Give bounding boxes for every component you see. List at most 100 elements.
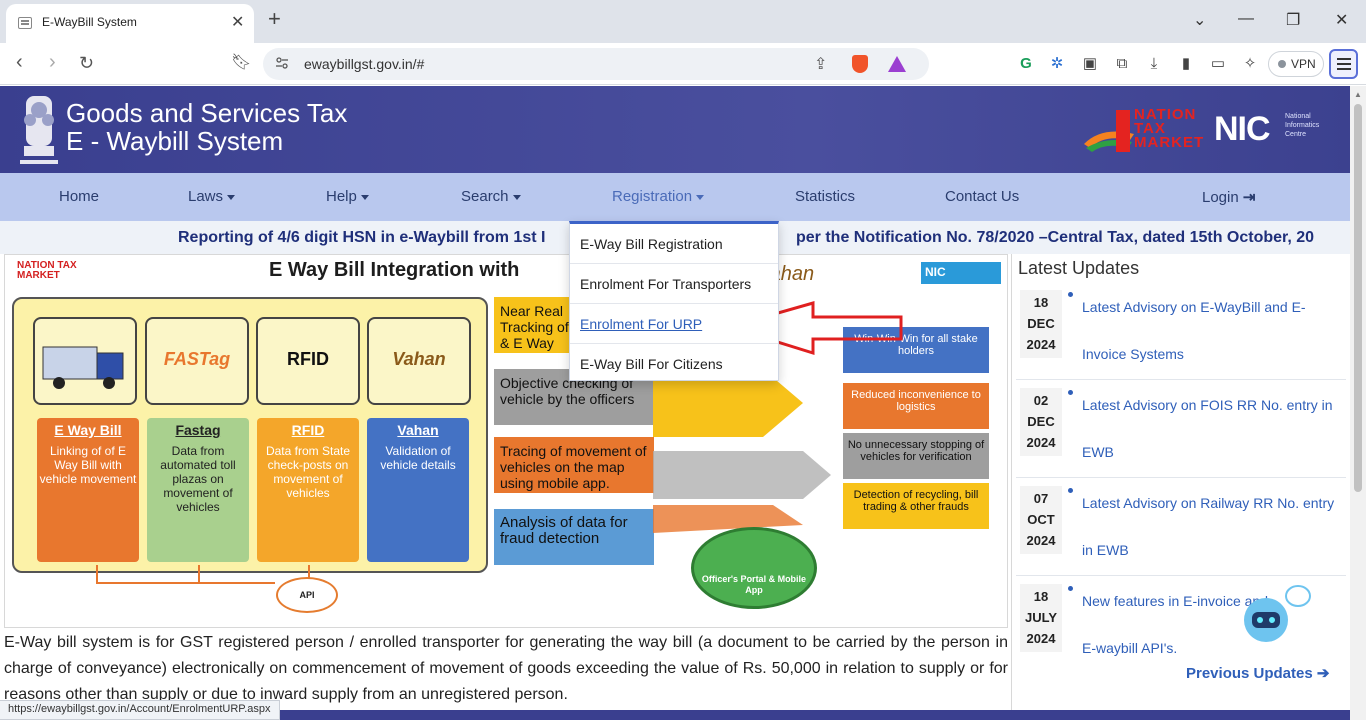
update-item[interactable]: 02 DEC 2024 Latest Advisory on FOIS RR N…	[1016, 382, 1346, 478]
latest-updates-title: Latest Updates	[1018, 258, 1140, 278]
nav-contact-us-label: Contact Us	[945, 188, 1020, 205]
column-heading: Fastag	[175, 422, 221, 438]
vpn-button[interactable]: VPN	[1268, 51, 1324, 77]
nav-registration[interactable]: Registration	[612, 188, 705, 205]
browser-menu-button[interactable]	[1329, 49, 1358, 79]
api-badge: API	[276, 577, 338, 613]
update-day: 07	[1033, 491, 1049, 506]
share-icon[interactable]: ⇪	[814, 54, 827, 74]
nav-help-label: Help	[326, 188, 357, 205]
tab-search-chevron-icon[interactable]: ⌄	[1193, 10, 1206, 30]
minimize-icon[interactable]: —	[1238, 10, 1254, 28]
infographic-ntm-logo: NATION TAX MARKET	[17, 260, 77, 281]
extensions-puzzle-icon[interactable]: ⧉	[1113, 55, 1131, 73]
eway-bill-column: E Way Bill Linking of of E Way Bill with…	[37, 418, 139, 562]
update-month: OCT	[1027, 512, 1055, 527]
tab-title: E-WayBill System	[42, 15, 137, 29]
nav-help[interactable]: Help	[326, 188, 369, 205]
brave-rewards-icon[interactable]	[888, 56, 906, 72]
menu-enrolment-urp[interactable]: Enrolment For URP	[570, 304, 778, 344]
site-header: Goods and Services Tax E - Waybill Syste…	[0, 86, 1350, 173]
update-item[interactable]: 07 OCT 2024 Latest Advisory on Railway R…	[1016, 480, 1346, 576]
nav-contact-us[interactable]: Contact Us	[945, 188, 1019, 205]
nav-home[interactable]: Home	[59, 188, 99, 205]
caret-down-icon	[360, 194, 369, 200]
chatbot-icon[interactable]	[1236, 580, 1312, 652]
latest-updates-panel: Latest Updates 18 DEC 2024 Latest Adviso…	[1011, 254, 1350, 720]
login-icon: ⇥	[1242, 189, 1256, 206]
eway-bill-description: E-Way bill system is for GST registered …	[4, 634, 1008, 703]
update-day: 02	[1033, 393, 1049, 408]
nav-home-label: Home	[59, 188, 100, 205]
page-favicon-icon	[18, 17, 32, 29]
nav-login[interactable]: Login ⇥	[1202, 188, 1255, 206]
benefit-no-stopping: No unnecessary stopping of vehicles for …	[843, 433, 989, 479]
close-window-icon[interactable]: ✕	[1335, 10, 1348, 30]
brave-shields-icon[interactable]	[852, 55, 868, 73]
column-text: Data from automated toll plazas on movem…	[160, 444, 236, 514]
update-month: DEC	[1027, 316, 1055, 331]
downloads-icon[interactable]: ⤓	[1145, 55, 1163, 73]
update-date: 07 OCT 2024	[1020, 486, 1062, 554]
ticker-text-tail: per the Notification No. 78/2020 –Centra…	[796, 229, 1315, 246]
reload-icon[interactable]: ↻	[79, 54, 94, 72]
nav-laws-label: Laws	[188, 188, 224, 205]
back-icon[interactable]: ‹	[16, 52, 23, 72]
analysis-bar: Analysis of data for fraud detection	[494, 509, 654, 565]
extension-icon[interactable]: ✲	[1048, 55, 1066, 73]
update-month: JULY	[1024, 610, 1058, 625]
close-tab-icon[interactable]: ✕	[231, 12, 244, 32]
infographic-title: E Way Bill Integration with	[269, 259, 520, 281]
officers-portal-badge: Officer's Portal & Mobile App	[691, 527, 817, 609]
address-bar[interactable]: ewaybillgst.gov.in/# ⇪	[263, 48, 929, 80]
nic-logo: NIC	[1214, 110, 1271, 148]
scrollbar-thumb[interactable]	[1354, 104, 1362, 492]
column-heading: Vahan	[397, 422, 439, 438]
status-bar-url: https://ewaybillgst.gov.in/Account/Enrol…	[0, 700, 280, 720]
national-emblem-icon	[20, 96, 58, 164]
leo-ai-icon[interactable]: ✧	[1241, 55, 1259, 73]
nav-search[interactable]: Search	[461, 188, 521, 205]
site-settings-icon[interactable]	[275, 56, 289, 70]
tracking-bar: Near Real Tracking of & E Way	[494, 297, 576, 353]
nav-statistics[interactable]: Statistics	[795, 188, 855, 205]
benefit-fraud-detection: Detection of recycling, bill trading & o…	[843, 483, 989, 529]
site-title-line2: E - Waybill System	[66, 126, 284, 156]
fastag-card: FASTag	[145, 317, 249, 405]
update-link[interactable]: Latest Advisory on FOIS RR No. entry in …	[1082, 382, 1342, 476]
caret-down-icon	[227, 194, 236, 200]
url-text: ewaybillgst.gov.in/#	[304, 56, 425, 72]
bullet-icon	[1068, 586, 1073, 591]
previous-updates-label: Previous Updates	[1186, 665, 1313, 682]
update-date: 18 DEC 2024	[1020, 290, 1062, 358]
rfid-logo: RFID	[287, 349, 329, 369]
menu-eway-bill-citizens[interactable]: E-Way Bill For Citizens	[570, 344, 778, 384]
menu-eway-bill-registration[interactable]: E-Way Bill Registration	[570, 224, 778, 264]
benefit-reduced-inconvenience: Reduced inconvenience to logistics	[843, 383, 989, 429]
restore-icon[interactable]: ❐	[1286, 10, 1300, 30]
update-date: 02 DEC 2024	[1020, 388, 1062, 456]
browser-tab[interactable]: E-WayBill System ✕	[6, 4, 254, 43]
page-scrollbar[interactable]: ▲	[1350, 86, 1366, 720]
update-month: DEC	[1027, 414, 1055, 429]
nav-statistics-label: Statistics	[795, 188, 856, 205]
bookmark-icon[interactable]: 🔖︎	[231, 55, 251, 71]
previous-updates-link[interactable]: Previous Updates ➔	[1186, 664, 1329, 682]
update-link[interactable]: Latest Advisory on Railway RR No. entry …	[1082, 480, 1342, 574]
new-tab-icon[interactable]: +	[268, 8, 281, 30]
grammarly-extension-icon[interactable]: G	[1017, 55, 1035, 73]
browser-toolbar: ‹ › ↻ 🔖︎ ewaybillgst.gov.in/# ⇪ G ✲ ▣ ⧉ …	[0, 43, 1366, 85]
image-extension-icon[interactable]: ▣	[1081, 55, 1099, 73]
webpage: Goods and Services Tax E - Waybill Syste…	[0, 86, 1350, 720]
caret-down-icon	[696, 194, 705, 200]
nav-laws[interactable]: Laws	[188, 188, 236, 205]
menu-enrolment-transporters[interactable]: Enrolment For Transporters	[570, 264, 778, 304]
update-link[interactable]: Latest Advisory on E-WayBill and E-Invoi…	[1082, 284, 1342, 378]
wallet-icon[interactable]: ▭	[1209, 55, 1227, 73]
forward-icon[interactable]: ›	[49, 52, 56, 72]
sidebar-icon[interactable]: ▮	[1177, 55, 1195, 73]
fastag-column: Fastag Data from automated toll plazas o…	[147, 418, 249, 562]
update-item[interactable]: 18 DEC 2024 Latest Advisory on E-WayBill…	[1016, 284, 1346, 380]
scroll-up-icon[interactable]: ▲	[1354, 90, 1362, 99]
site-title-line1: Goods and Services Tax	[66, 98, 348, 128]
